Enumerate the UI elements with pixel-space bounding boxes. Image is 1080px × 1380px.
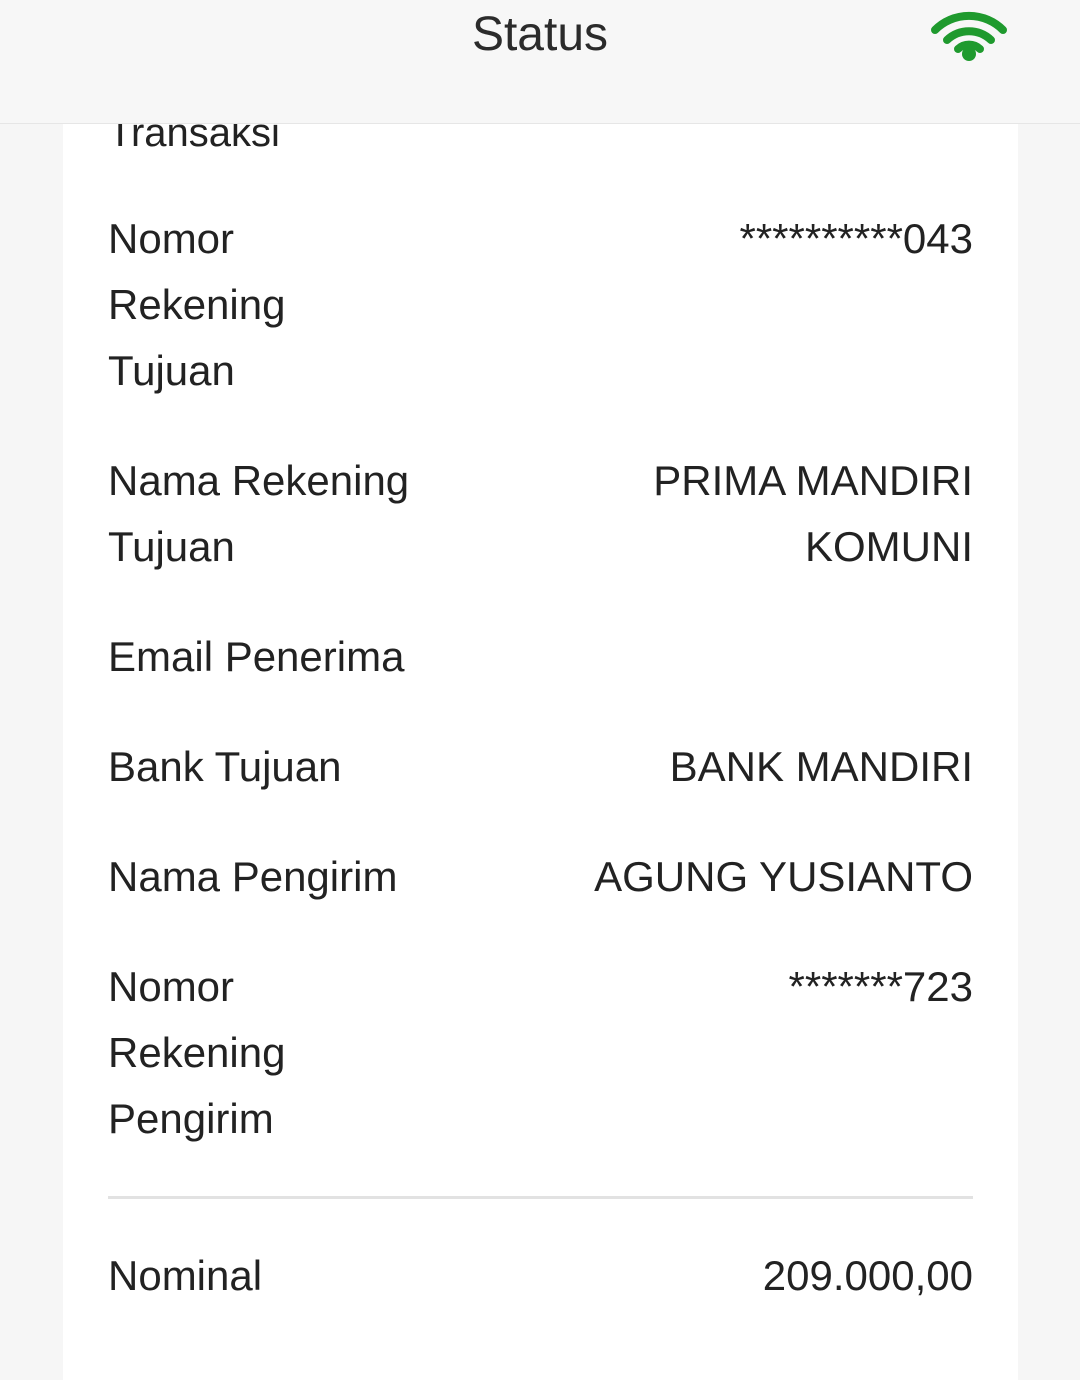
label-line: Rekening xyxy=(108,1029,286,1076)
label-line: Nomor xyxy=(108,963,235,1010)
destination-bank-label: Bank Tujuan xyxy=(108,734,342,800)
value-line: AGUNG YUSIANTO xyxy=(594,853,973,900)
destination-bank-value: BANK MANDIRI xyxy=(670,734,973,800)
recipient-email-label: Email Penerima xyxy=(108,624,404,690)
label-line: Nama Rekening xyxy=(108,457,410,504)
label-line: Nomor xyxy=(108,215,235,262)
label-line: Tujuan xyxy=(108,347,235,394)
destination-account-number-value: **********043 xyxy=(739,206,973,272)
value-line: **********043 xyxy=(739,215,973,262)
destination-account-name-label: Nama Rekening Tujuan xyxy=(108,448,409,580)
nominal-label: Nominal xyxy=(108,1252,263,1299)
sender-account-number-label: Nomor Rekening Pengirim xyxy=(108,954,285,1152)
label-line: Bank Tujuan xyxy=(108,743,342,790)
label-line: Pengirim xyxy=(108,1095,274,1142)
divider xyxy=(108,1196,973,1199)
top-app-bar: Status xyxy=(0,0,1080,124)
destination-account-number-label: Nomor Rekening Tujuan xyxy=(108,206,285,404)
sender-name-label: Nama Pengirim xyxy=(108,844,397,910)
sender-account-number-value: *******723 xyxy=(789,954,974,1020)
wifi-icon xyxy=(931,11,1007,61)
value-line: BANK MANDIRI xyxy=(669,743,973,790)
sender-name-value: AGUNG YUSIANTO xyxy=(594,844,973,910)
label-line: Rekening xyxy=(108,281,286,328)
nominal-value: 209.000,00 xyxy=(762,1252,973,1299)
label-line: Tujuan xyxy=(108,523,235,570)
value-line: KOMUNI xyxy=(805,523,973,570)
value-line: PRIMA MANDIRI xyxy=(653,457,973,504)
value-line: *******723 xyxy=(788,963,974,1010)
destination-account-name-value: PRIMA MANDIRI KOMUNI xyxy=(653,448,973,580)
label-line: Email Penerima xyxy=(108,633,405,680)
page-title: Status xyxy=(471,8,609,61)
label-line: Nama Pengirim xyxy=(108,853,398,900)
